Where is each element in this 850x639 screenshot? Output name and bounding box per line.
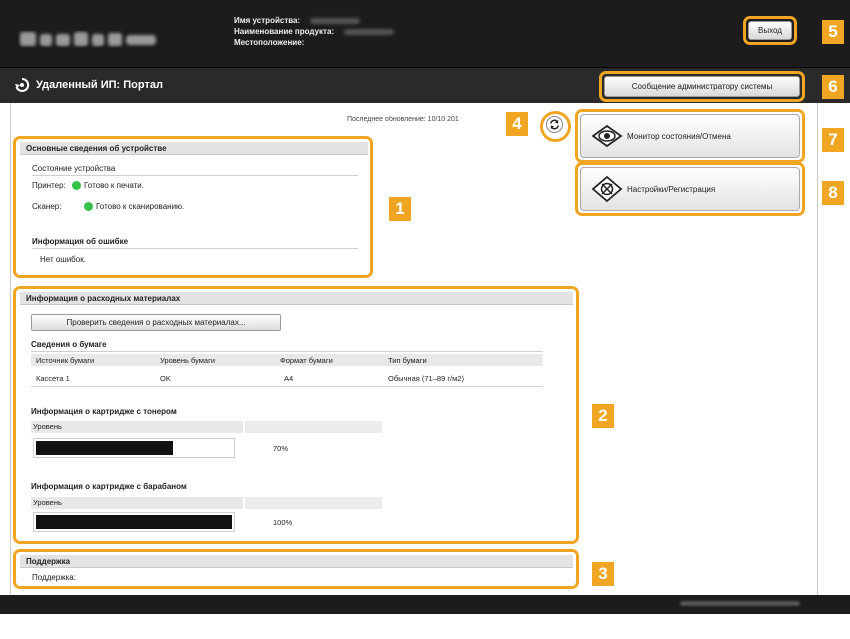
- copyright-text: [680, 601, 800, 606]
- callout-frame-refresh: [540, 111, 571, 142]
- callout-number-8: 8: [822, 181, 844, 205]
- callout-number-4: 4: [506, 112, 528, 136]
- callout-frame-logout: [743, 16, 797, 45]
- callout-number-3: 3: [592, 562, 614, 586]
- right-gutter: [818, 103, 850, 595]
- callout-number-7: 7: [822, 128, 844, 152]
- page-title: Удаленный ИП: Портал: [14, 77, 163, 93]
- callout-frame-settings: [575, 162, 805, 216]
- last-update-text: Последнее обновление: 10/10 201: [347, 116, 459, 123]
- top-header: Имя устройства: Наименование продукта: М…: [0, 0, 850, 67]
- location-label: Местоположение:: [234, 38, 305, 47]
- footer: [0, 595, 850, 614]
- callout-frame-device-info: [13, 136, 373, 278]
- device-name-label: Имя устройства:: [234, 16, 301, 25]
- callout-number-6: 6: [822, 75, 844, 99]
- callout-frame-admin-message: [599, 71, 805, 102]
- callout-frame-support: [13, 549, 579, 589]
- device-name-value: [310, 18, 361, 24]
- callout-frame-status-monitor: [575, 109, 805, 163]
- product-name-label: Наименование продукта:: [234, 27, 335, 36]
- callout-number-5: 5: [822, 20, 844, 44]
- product-name-value: [344, 29, 395, 35]
- portal-logo-icon: [15, 77, 30, 92]
- callout-frame-consumables: [13, 286, 579, 544]
- callout-number-1: 1: [389, 197, 411, 221]
- page-title-text: Удаленный ИП: Портал: [36, 79, 163, 91]
- callout-number-2: 2: [592, 404, 614, 428]
- brand-logo: [20, 32, 156, 46]
- device-info: Имя устройства: Наименование продукта: М…: [234, 15, 395, 48]
